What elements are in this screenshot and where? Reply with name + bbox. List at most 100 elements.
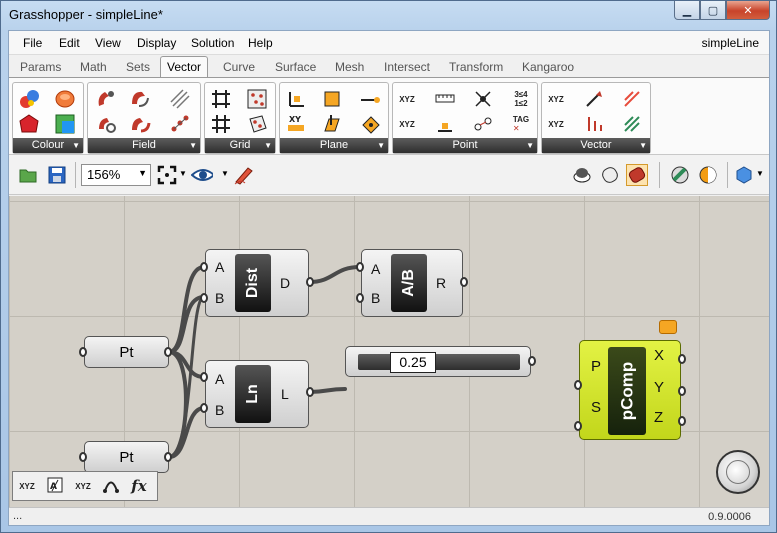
point-param-2[interactable]: Pt [84,441,169,473]
plane-construct-icon[interactable] [284,87,308,111]
input-grip[interactable] [200,372,208,382]
vector-deconstruct-icon[interactable]: XYZ [544,112,568,136]
ribbon-group-label[interactable]: Point ▼ [393,138,537,153]
construct-point-icon[interactable]: XYZ [13,482,41,491]
plane-origin-icon[interactable] [320,87,344,111]
input-b[interactable]: B [371,290,380,306]
material-preview-button[interactable] [697,164,719,186]
deconstruct-point-icon[interactable]: XYZ [69,482,97,491]
number-slider[interactable]: 0.25 [345,346,531,377]
line-component[interactable]: A B Ln L [205,360,309,428]
input-b[interactable]: B [215,290,224,306]
vector-amplitude-icon[interactable] [582,112,606,136]
preview-wireframe-button[interactable] [571,164,593,186]
tab-curve[interactable]: Curve [223,60,255,74]
output-grip[interactable] [164,347,172,357]
menu-help[interactable]: Help [248,36,273,50]
vector-unit-icon[interactable] [620,87,644,111]
ribbon-group-label[interactable]: Plane ▼ [280,138,388,153]
ribbon-group-label[interactable]: Colour ▼ [13,138,83,153]
colour-swatch-icon[interactable] [53,87,77,111]
point-deconstruct-icon[interactable]: XYZ [395,112,419,136]
colour-gradient-icon[interactable] [53,112,77,136]
zoom-select[interactable]: 156% ▼ [81,164,151,186]
document-preview-button[interactable] [669,164,691,186]
slider-value[interactable]: 0.25 [390,352,436,373]
tab-vector[interactable]: Vector [160,56,209,78]
input-p[interactable]: P [591,358,601,375]
chevron-down-icon[interactable]: ▼ [179,169,187,178]
point-tag-icon[interactable]: TAG ✕ [509,112,533,136]
grid-populate-icon[interactable] [245,87,269,111]
plane-offset-icon[interactable] [358,87,382,111]
preview-selected-button[interactable] [626,164,648,186]
sketch-button[interactable] [233,164,255,186]
chevron-down-icon[interactable]: ▼ [756,169,764,178]
input-grip[interactable] [79,347,87,357]
maximize-button[interactable]: ▢ [700,1,726,20]
output-d[interactable]: D [280,275,290,291]
minimize-button[interactable]: ▁ [674,1,700,20]
grid-rectangular-icon[interactable] [209,87,233,111]
pcomp-component[interactable]: P S pComp X Y Z [579,340,681,440]
input-grip[interactable] [574,421,582,431]
chevron-down-icon[interactable]: ▼ [221,169,229,178]
menu-view[interactable]: View [95,36,121,50]
division-component[interactable]: A B A/B R [361,249,463,317]
division-icon[interactable]: A [41,476,69,497]
ribbon-group-label[interactable]: Vector ▼ [542,138,650,153]
point-cloud-icon[interactable] [471,87,495,111]
field-merge-icon[interactable] [128,112,152,136]
output-r[interactable]: R [436,275,446,291]
grasshopper-canvas[interactable]: A B Dist D A B A/B R Pt A B Ln L 0.25 Pt… [9,196,769,507]
output-l[interactable]: L [281,386,289,402]
navigation-ball-icon[interactable] [716,450,760,494]
expression-icon[interactable]: fx [125,477,153,495]
point-sort-icon[interactable]: 3≤4 1≤2 [509,87,533,111]
preview-shaded-button[interactable] [599,164,621,186]
menu-file[interactable]: File [23,36,42,50]
message-bubble-icon[interactable] [659,320,677,334]
field-spin-icon[interactable] [94,112,118,136]
input-grip[interactable] [200,293,208,303]
output-x[interactable]: X [654,347,664,364]
point-numbers-icon[interactable] [433,87,457,111]
grid-square-icon[interactable] [209,112,233,136]
title-bar[interactable]: Grasshopper - simpleLine* ▁ ▢ ✕ [1,1,776,29]
output-grip[interactable] [460,277,468,287]
menu-display[interactable]: Display [137,36,176,50]
output-grip[interactable] [678,386,686,396]
tab-sets[interactable]: Sets [126,60,150,74]
input-b[interactable]: B [215,402,224,418]
input-grip[interactable] [356,293,364,303]
point-project-icon[interactable] [433,112,457,136]
input-a[interactable]: A [215,259,224,275]
input-grip[interactable] [79,452,87,462]
field-line-icon[interactable] [168,87,192,111]
tab-intersect[interactable]: Intersect [384,60,430,74]
input-a[interactable]: A [215,371,224,387]
point-construct-icon[interactable]: XYZ [395,87,419,111]
field-evaluate-icon[interactable] [168,112,192,136]
dist-component[interactable]: A B Dist D [205,249,309,317]
menu-solution[interactable]: Solution [191,36,234,50]
output-grip[interactable] [306,277,314,287]
save-file-button[interactable] [46,164,68,186]
grid-populate-3d-icon[interactable] [245,112,269,136]
input-grip[interactable] [200,403,208,413]
input-a[interactable]: A [371,261,380,277]
tab-transform[interactable]: Transform [449,60,503,74]
menu-edit[interactable]: Edit [59,36,80,50]
zoom-extents-button[interactable] [156,164,178,186]
plane-xy-icon[interactable]: XY [284,112,308,136]
colour-rgb-icon[interactable] [17,87,41,111]
arc-icon[interactable] [97,476,125,497]
tab-params[interactable]: Params [20,60,61,74]
ribbon-group-label[interactable]: Field ▼ [88,138,200,153]
tab-surface[interactable]: Surface [275,60,316,74]
tab-mesh[interactable]: Mesh [335,60,364,74]
geometry-preview-button[interactable] [733,164,755,186]
ribbon-group-label[interactable]: Grid ▼ [205,138,275,153]
tab-kangaroo[interactable]: Kangaroo [522,60,574,74]
slider-track[interactable] [358,354,520,370]
